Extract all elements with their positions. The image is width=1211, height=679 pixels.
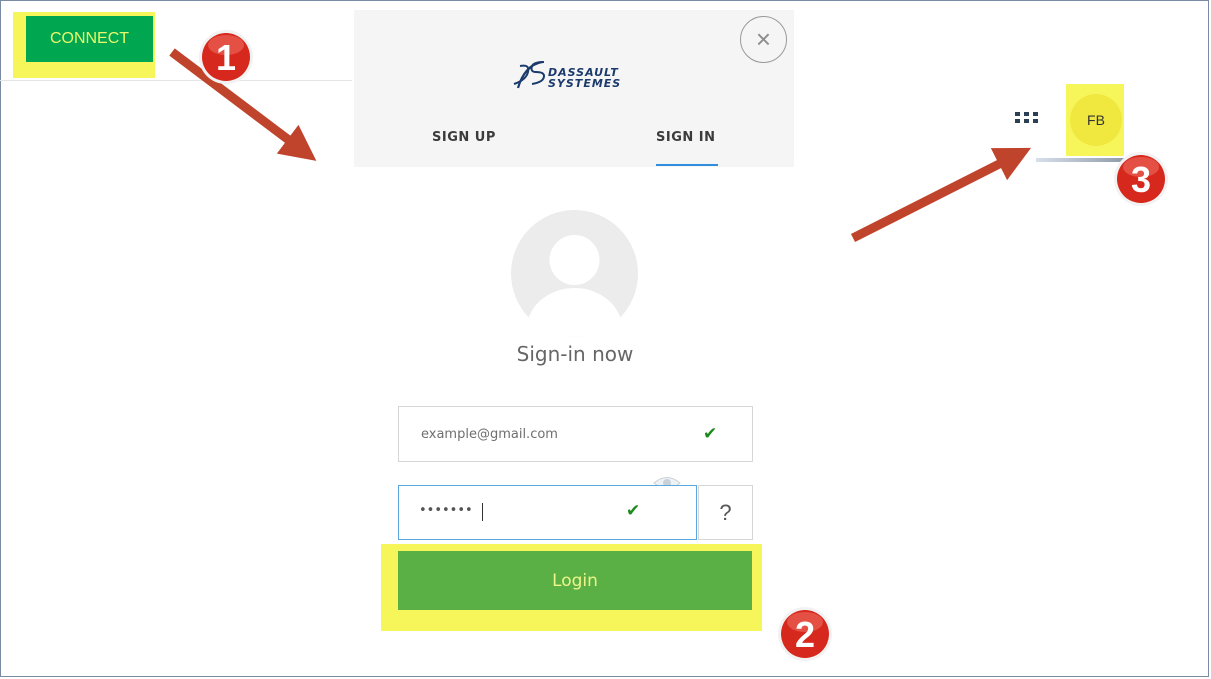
svg-text:2: 2 [795,614,815,655]
svg-text:1: 1 [216,37,236,78]
arrow-to-profile-icon [850,147,1032,243]
annotation-arrows [169,48,1032,243]
step-3-badge: 3 [1114,152,1168,206]
step-1-badge: 1 [199,30,253,84]
svg-text:3: 3 [1131,159,1151,200]
step-2-badge: 2 [778,607,832,661]
